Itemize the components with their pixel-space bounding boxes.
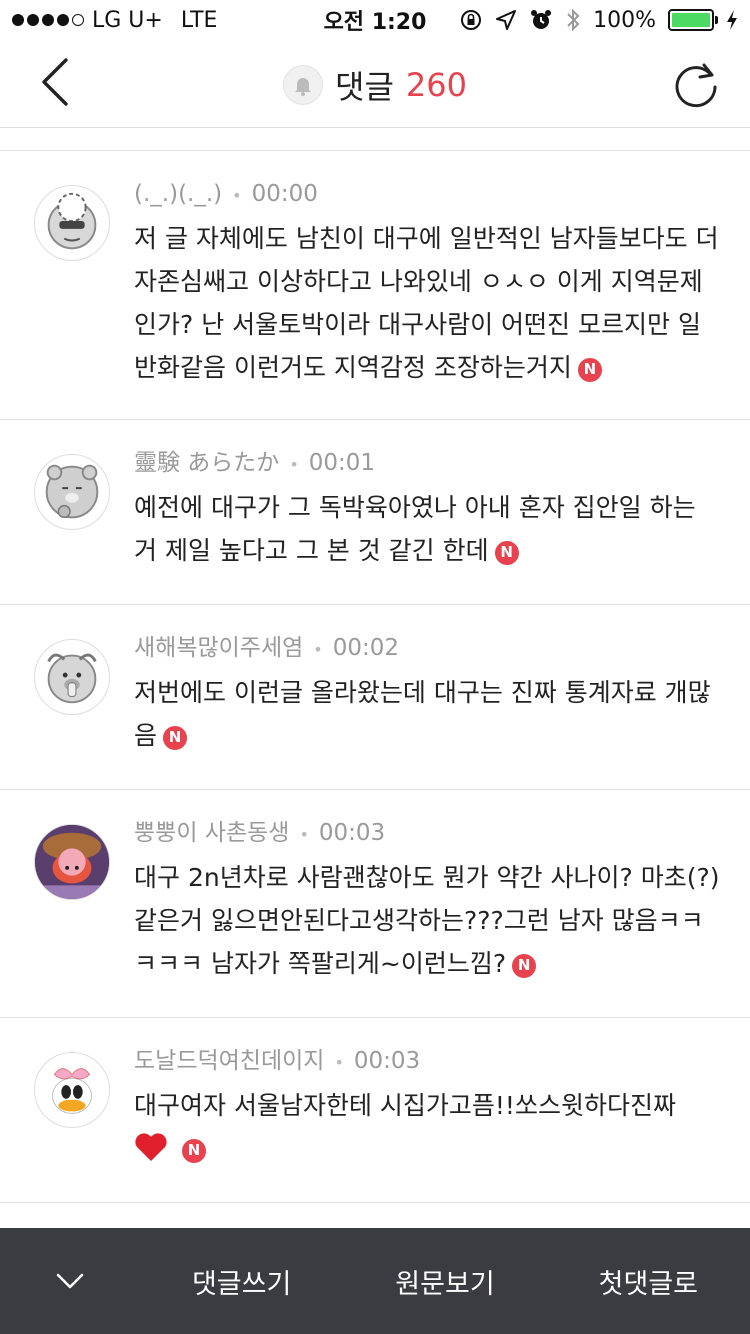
comment-text: 대구여자 서울남자한테 시집가고픔!!쏘스윗하다진짜 N <box>134 1084 720 1170</box>
comment-author[interactable]: 뿡뿡이 사촌동생 <box>134 820 289 846</box>
comment-item: (._.)(._.) • 00:00 저 글 자체에도 남친이 대구에 일반적인 남… <box>0 151 750 420</box>
comment-text: 저 글 자체에도 남친이 대구에 일반적인 남자들보다도 더 자존심쌔고 이상하… <box>134 217 720 389</box>
carrier-label: LG U+ <box>92 7 163 33</box>
page-title: 댓글 260 <box>0 62 750 108</box>
avatar[interactable] <box>34 185 110 261</box>
comment-author[interactable]: 새해복많이주세염 <box>134 635 303 661</box>
header-bar: 댓글 260 <box>0 40 750 128</box>
comment-text: 대구 2n년차로 사람괜찮아도 뭔가 약간 사나이? 마초(?)같은거 잃으면안… <box>134 856 720 985</box>
comment-body: 대구여자 서울남자한테 시집가고픔!!쏘스윗하다진짜 <box>134 1091 676 1120</box>
chevron-down-icon <box>56 1273 84 1289</box>
comment-time: 00:00 <box>251 181 318 207</box>
new-badge: N <box>512 953 537 978</box>
comment-meta: (._.)(._.) • 00:00 <box>134 181 318 207</box>
first-comment-button[interactable]: 첫댓글로 <box>547 1262 750 1301</box>
refresh-button[interactable] <box>668 56 724 112</box>
status-left: LG U+ LTE <box>12 8 217 33</box>
refresh-icon <box>675 63 717 108</box>
comment-text: 예전에 대구가 그 독박육아였나 아내 혼자 집안일 하는 거 제일 높다고 그… <box>134 486 720 572</box>
new-badge: N <box>182 1138 206 1163</box>
new-badge: N <box>494 540 519 565</box>
comment-meta: 靈験 あらたか • 00:01 <box>134 450 376 476</box>
comment-text: 저번에도 이런글 올라왔는데 대구는 진짜 통계자료 개많음 N <box>134 671 720 757</box>
comment-body: 예전에 대구가 그 독박육아였나 아내 혼자 집안일 하는 거 제일 높다고 그… <box>134 493 696 565</box>
comment-meta: 도날드덕여친데이지 • 00:03 <box>134 1048 421 1074</box>
comment-list: (._.)(._.) • 00:00 저 글 자체에도 남친이 대구에 일반적인 남… <box>0 150 750 1203</box>
battery-icon <box>668 9 718 31</box>
comment-author[interactable]: 靈験 あらたか <box>134 450 279 476</box>
comment-meta: 뿡뿡이 사촌동생 • 00:03 <box>134 820 386 846</box>
comment-body: 저 글 자체에도 남친이 대구에 일반적인 남자들보다도 더 자존심쌔고 이상하… <box>134 224 719 382</box>
write-comment-button[interactable]: 댓글쓰기 <box>140 1262 343 1301</box>
bottom-toolbar: 댓글쓰기 원문보기 첫댓글로 <box>0 1228 750 1334</box>
location-icon <box>496 10 517 30</box>
comment-item: 새해복많이주세염 • 00:02 저번에도 이런글 올라왔는데 대구는 진짜 통계자… <box>0 605 750 790</box>
comment-time: 00:01 <box>308 450 376 476</box>
bell-icon[interactable] <box>283 65 324 105</box>
avatar[interactable] <box>34 454 110 530</box>
rotation-lock-icon <box>461 10 482 30</box>
bluetooth-icon <box>567 8 580 32</box>
comment-item: 도날드덕여친데이지 • 00:03 대구여자 서울남자한테 시집가고픔!!쏘스윗하다… <box>0 1018 750 1203</box>
comment-author[interactable]: (._.)(._.) <box>134 181 222 207</box>
collapse-button[interactable] <box>0 1228 140 1334</box>
new-badge: N <box>577 357 602 382</box>
comment-time: 00:02 <box>332 635 400 661</box>
comment-time: 00:03 <box>318 820 386 846</box>
view-original-button[interactable]: 원문보기 <box>343 1262 546 1301</box>
avatar[interactable] <box>34 824 110 900</box>
status-right: 100% <box>459 7 738 33</box>
avatar[interactable] <box>34 1052 110 1128</box>
signal-strength-icon <box>12 14 84 26</box>
comment-count: 260 <box>405 66 467 104</box>
heart-icon <box>135 1133 167 1161</box>
comment-item: 뿡뿡이 사촌동생 • 00:03 대구 2n년차로 사람괜찮아도 뭔가 약간 사나이… <box>0 790 750 1018</box>
battery-percent: 100% <box>593 7 656 33</box>
comment-author[interactable]: 도날드덕여친데이지 <box>134 1048 324 1074</box>
comment-time: 00:03 <box>353 1048 421 1074</box>
comment-body: 저번에도 이런글 올라왔는데 대구는 진짜 통계자료 개많음 <box>134 678 711 750</box>
charging-icon <box>727 10 737 30</box>
comment-body: 대구 2n년차로 사람괜찮아도 뭔가 약간 사나이? 마초(?)같은거 잃으면안… <box>134 863 720 978</box>
avatar[interactable] <box>34 639 110 715</box>
network-label: LTE <box>180 7 218 33</box>
new-badge: N <box>163 725 188 750</box>
alarm-icon <box>531 10 552 29</box>
title-label: 댓글 <box>335 68 394 106</box>
status-bar: LG U+ LTE 오전 1:20 100% <box>0 0 750 40</box>
comment-meta: 새해복많이주세염 • 00:02 <box>134 635 400 661</box>
comment-item: 靈験 あらたか • 00:01 예전에 대구가 그 독박육아였나 아내 혼자 집안일… <box>0 420 750 605</box>
